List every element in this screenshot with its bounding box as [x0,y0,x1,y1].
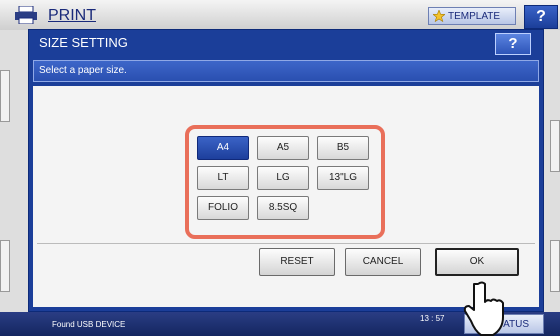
size-button-a4[interactable]: A4 [197,136,249,160]
dialog-title: SIZE SETTING [39,35,128,50]
right-side-tab [550,120,560,172]
printer-icon [15,6,37,24]
star-icon [433,10,445,22]
hand-pointer-icon [463,281,504,336]
size-button-b5[interactable]: B5 [317,136,369,160]
size-button-13lg[interactable]: 13"LG [317,166,369,190]
footer-message: Found USB DEVICE [52,320,126,329]
template-button[interactable]: TEMPLATE [428,7,516,25]
dialog-help-button[interactable]: ? [495,33,531,55]
ok-button[interactable]: OK [435,248,519,276]
size-button-lt[interactable]: LT [197,166,249,190]
action-divider [37,243,535,244]
size-button-8-5sq[interactable]: 8.5SQ [257,196,309,220]
size-button-lg[interactable]: LG [257,166,309,190]
right-side-tab [550,240,560,292]
size-button-a5[interactable]: A5 [257,136,309,160]
dialog-message: Select a paper size. [39,65,127,76]
reset-button[interactable]: RESET [259,248,335,276]
print-header: PRINT TEMPLATE ? [0,0,560,31]
template-label: TEMPLATE [448,10,501,22]
print-title: PRINT [48,7,96,24]
dialog-titlebar: SIZE SETTING ? [29,30,543,56]
size-setting-dialog: SIZE SETTING ? Select a paper size. A4 A… [28,29,544,312]
left-side-tab [0,70,10,122]
size-button-folio[interactable]: FOLIO [197,196,249,220]
cancel-button[interactable]: CANCEL [345,248,421,276]
footer-time: 13 : 57 [420,314,445,323]
left-side-tab [0,240,10,292]
print-help-button[interactable]: ? [524,5,558,29]
dialog-content: A4 A5 B5 LT LG 13"LG FOLIO 8.5SQ RESET C… [33,86,539,307]
dialog-message-bar: Select a paper size. [33,60,539,82]
